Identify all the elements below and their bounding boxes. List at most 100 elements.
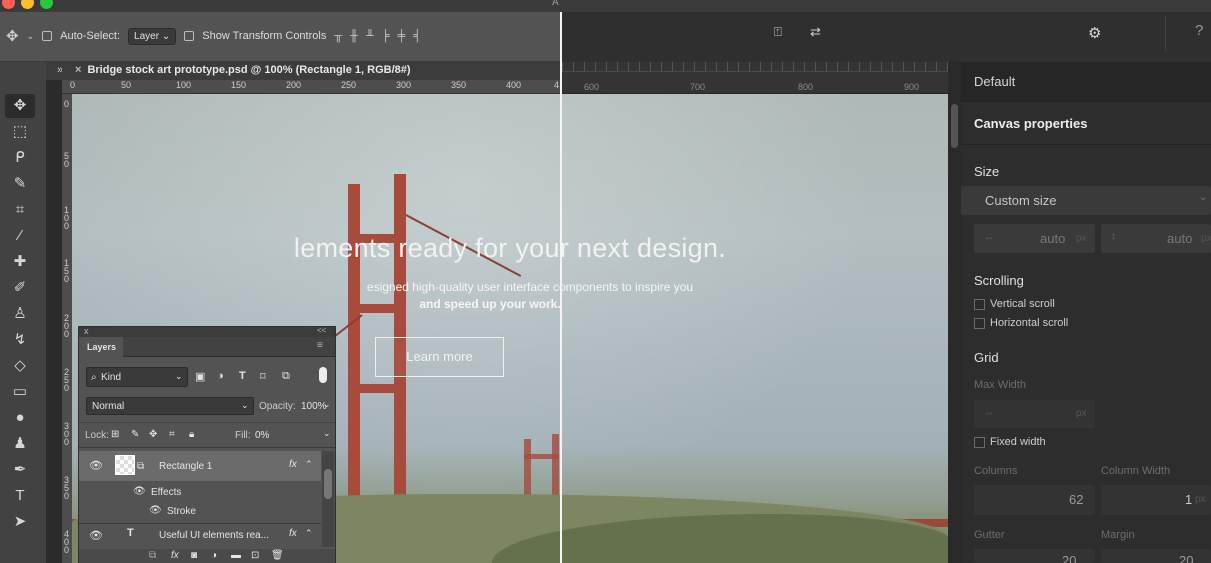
fixed-width-option[interactable]: Fixed width — [974, 436, 1046, 448]
layer-name: Rectangle 1 — [159, 461, 213, 472]
folder-icon[interactable]: ▬ — [231, 550, 241, 561]
shape-filter-icon[interactable]: ⌑ — [260, 370, 266, 383]
help-button[interactable]: ? — [1195, 22, 1203, 39]
layers-scrollbar[interactable] — [322, 451, 334, 547]
preset-selector[interactable]: Default — [961, 62, 1211, 102]
chevron-down-icon[interactable]: ⌄ — [27, 31, 35, 42]
fixed-width-checkbox[interactable] — [974, 436, 985, 448]
gear-icon[interactable]: ⚙ — [1088, 24, 1101, 42]
blend-mode-dropdown[interactable]: Normal ⌄ — [86, 397, 254, 415]
vertical-scroll-option[interactable]: Vertical scroll — [974, 298, 1055, 310]
layer-row-rectangle[interactable]: 👁︎ ⧉ Rectangle 1 fx ⌃ — [79, 451, 321, 481]
chevron-down-icon[interactable]: ⌄ — [323, 428, 331, 439]
close-document-icon[interactable]: × — [75, 64, 81, 76]
stamp-tool-icon[interactable]: ♙ — [5, 302, 35, 326]
auto-select-dropdown[interactable]: Layer ⌄ — [128, 27, 177, 45]
zoom-window-button[interactable] — [40, 0, 53, 9]
pixel-filter-icon[interactable]: ▣ — [195, 370, 205, 383]
align-hcenter-icon[interactable]: ╪ — [398, 30, 406, 42]
quick-select-tool-icon[interactable]: ✎ — [5, 172, 35, 196]
horizontal-scroll-checkbox[interactable] — [974, 317, 985, 329]
align-left-icon[interactable]: ╞ — [382, 30, 390, 42]
gradient-tool-icon[interactable]: ▭ — [5, 380, 35, 404]
layers-panel[interactable]: x << Layers ≡ ⌕ Kind ⌄ ▣ ◑ T ⌑ ⧉ Normal … — [78, 326, 336, 563]
lasso-tool-icon[interactable]: ᑭ — [5, 146, 35, 170]
fill-value[interactable]: 0% — [255, 430, 269, 441]
eyedropper-tool-icon[interactable]: ⁄ — [5, 224, 35, 248]
height-field[interactable]: ↕ auto px — [1101, 224, 1211, 253]
dodge-tool-icon[interactable]: ♟ — [5, 432, 35, 456]
margin-field[interactable]: 20 — [1101, 549, 1211, 563]
crop-tool-icon[interactable]: ⌗ — [5, 198, 35, 222]
layer-effects-row[interactable]: 👁︎ Effects — [79, 483, 321, 501]
layers-tab[interactable]: Layers — [79, 337, 123, 357]
show-transform-checkbox[interactable] — [184, 30, 195, 42]
document-tab[interactable]: × Bridge stock art prototype.psd @ 100% (… — [62, 62, 562, 80]
adjustment-icon[interactable]: ◑ — [211, 550, 217, 561]
fx-icon[interactable]: fx — [289, 528, 297, 539]
eye-icon[interactable]: 👁︎ — [89, 459, 103, 472]
scrollbar-thumb[interactable] — [324, 469, 332, 499]
vertical-scroll-checkbox[interactable] — [974, 298, 985, 310]
pen-tool-icon[interactable]: ✒ — [5, 458, 35, 482]
lock-image-icon[interactable]: ✎ — [131, 429, 139, 440]
width-field[interactable]: ↔ auto px — [974, 224, 1095, 253]
trash-icon[interactable]: 🗑︎ — [271, 550, 284, 561]
healing-tool-icon[interactable]: ✚ — [5, 250, 35, 274]
fx-icon[interactable]: fx — [171, 550, 179, 561]
align-right-icon[interactable]: ╡ — [413, 30, 421, 42]
path-select-tool-icon[interactable]: ➤ — [5, 510, 35, 534]
gutter-field[interactable]: 20 — [974, 549, 1095, 563]
align-bottom-icon[interactable]: ╨ — [366, 30, 374, 42]
columns-field[interactable]: 62 — [974, 485, 1095, 515]
marquee-tool-icon[interactable]: ⬚ — [5, 120, 35, 144]
hero-subtitle-line: esigned high-quality user interface comp… — [366, 280, 694, 294]
move-tool-icon[interactable]: ✥ — [6, 27, 19, 45]
learn-more-button[interactable]: Learn more — [375, 337, 504, 377]
type-tool-icon[interactable]: T — [5, 484, 35, 508]
brush-tool-icon[interactable]: ✐ — [5, 276, 35, 300]
mask-icon[interactable]: ◙ — [191, 550, 197, 561]
blur-tool-icon[interactable]: ● — [5, 406, 35, 430]
smart-object-filter-icon[interactable]: ⧉ — [282, 370, 290, 383]
chevron-down-icon[interactable]: ⌄ — [323, 399, 331, 410]
chevron-up-icon[interactable]: ⌃ — [305, 459, 313, 470]
horizontal-scroll-option[interactable]: Horizontal scroll — [974, 317, 1068, 329]
chevron-up-icon[interactable]: ⌃ — [305, 528, 313, 539]
type-filter-icon[interactable]: T — [239, 370, 246, 382]
align-vcenter-icon[interactable]: ╫ — [350, 30, 358, 42]
eraser-tool-icon[interactable]: ◇ — [5, 354, 35, 378]
auto-select-checkbox[interactable] — [42, 30, 53, 42]
lock-position-icon[interactable]: ✥ — [149, 429, 157, 440]
close-window-button[interactable] — [2, 0, 15, 9]
layer-stroke-row[interactable]: 👁︎ Stroke — [79, 502, 321, 520]
close-panel-icon[interactable]: x — [84, 326, 89, 336]
stroke-label: Stroke — [167, 506, 196, 517]
minimize-window-button[interactable] — [21, 0, 34, 9]
export-icon[interactable]: ⍐ — [774, 24, 782, 40]
filter-kind-dropdown[interactable]: ⌕ Kind ⌄ — [86, 367, 188, 387]
panel-menu-icon[interactable]: ≡ — [317, 340, 323, 351]
fx-icon[interactable]: fx — [289, 459, 297, 470]
eye-icon[interactable]: 👁︎ — [133, 486, 146, 497]
filter-toggle[interactable] — [319, 367, 327, 383]
new-layer-icon[interactable]: ⊡ — [251, 550, 259, 561]
column-width-field[interactable]: 1 px — [1101, 485, 1211, 515]
align-top-icon[interactable]: ╥ — [334, 30, 342, 42]
move-tool-icon[interactable]: ✥ — [5, 94, 35, 118]
history-brush-tool-icon[interactable]: ↯ — [5, 328, 35, 352]
max-width-field[interactable]: ↔ px — [974, 400, 1095, 428]
lock-artboard-icon[interactable]: ⌗ — [169, 429, 175, 440]
size-dropdown[interactable]: Custom size ⌄ — [961, 186, 1211, 215]
eye-icon[interactable]: 👁︎ — [89, 529, 103, 542]
layer-row-text[interactable]: 👁︎ T Useful UI elements rea... fx ⌃ — [79, 523, 321, 545]
adjustment-filter-icon[interactable]: ◑ — [217, 370, 224, 382]
compare-divider[interactable] — [560, 12, 562, 563]
lock-all-icon[interactable]: 🔒︎ — [189, 429, 194, 440]
link-layers-icon[interactable]: ⧉ — [149, 550, 156, 561]
collapse-panel-icon[interactable]: << — [317, 326, 326, 335]
toggle-icon[interactable]: ⇄ — [810, 24, 821, 40]
lock-transparent-icon[interactable]: ⊞ — [111, 429, 119, 440]
scrollbar-thumb[interactable] — [951, 104, 958, 148]
eye-icon[interactable]: 👁︎ — [149, 505, 162, 516]
